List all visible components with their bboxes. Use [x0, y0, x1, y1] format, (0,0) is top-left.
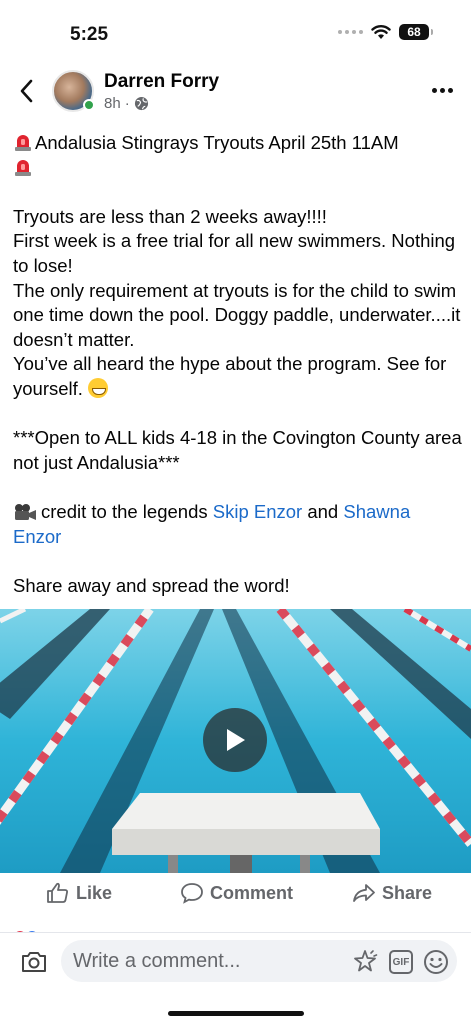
smiley-icon[interactable] — [423, 949, 449, 975]
post-line: The only requirement at tryouts is for t… — [13, 279, 461, 350]
thumbs-up-icon — [47, 882, 68, 903]
battery-indicator: 68 — [399, 24, 433, 40]
credit-text: credit to the legends — [41, 500, 208, 522]
share-label: Share — [382, 882, 433, 903]
post-actions: Like Comment Share — [0, 874, 471, 916]
grinning-emoji-icon — [88, 377, 109, 398]
cellular-signal-icon — [338, 30, 363, 34]
camera-icon — [22, 952, 46, 972]
avatar[interactable] — [52, 70, 95, 112]
post-line-with-emoji: You’ve all heard the hype about the prog… — [13, 352, 463, 401]
mention-link-skip[interactable]: Skip Enzor — [213, 501, 302, 522]
like-label: Like — [76, 882, 113, 903]
home-indicator — [168, 1011, 304, 1016]
speech-bubble-icon — [181, 883, 203, 904]
gif-button[interactable]: GIF — [389, 950, 413, 974]
post-share-line: Share away and spread the word! — [13, 574, 290, 596]
post-time[interactable]: 8h — [104, 95, 121, 112]
like-button[interactable]: Like — [46, 882, 112, 904]
comment-input-icons: GIF — [351, 948, 449, 976]
comment-label: Comment — [210, 882, 294, 903]
post-line: Tryouts are less than 2 weeks away!!!! — [13, 205, 327, 227]
more-options-button[interactable] — [429, 80, 455, 100]
post-title-line: Andalusia Stingrays Tryouts April 25th 1… — [13, 131, 463, 180]
post-line: First week is a free trial for all new s… — [13, 230, 456, 276]
comment-placeholder: Write a comment... — [73, 949, 241, 972]
play-button[interactable] — [203, 708, 267, 772]
post-header: Darren Forry 8h · — [0, 62, 471, 122]
post-meta: 8h · — [104, 95, 149, 112]
globe-icon — [134, 96, 148, 111]
sticker-icon[interactable] — [351, 948, 379, 976]
play-icon — [227, 729, 245, 751]
author-name[interactable]: Darren Forry — [104, 71, 219, 93]
movie-camera-emoji-icon — [15, 503, 36, 520]
post-credit-line: credit to the legends Skip Enzor and Sha… — [13, 500, 463, 549]
chevron-left-icon — [20, 79, 33, 103]
post-body: Andalusia Stingrays Tryouts April 25th 1… — [13, 131, 463, 598]
post-line: You’ve all heard the hype about the prog… — [13, 353, 447, 399]
back-button[interactable] — [14, 76, 38, 106]
share-button[interactable]: Share — [352, 882, 432, 904]
status-indicators: 68 — [338, 24, 433, 40]
share-arrow-icon — [353, 884, 375, 902]
post-title: Andalusia Stingrays Tryouts April 25th 1… — [35, 132, 399, 153]
meta-separator: · — [124, 95, 130, 112]
status-time: 5:25 — [70, 24, 109, 45]
siren-emoji-icon — [15, 159, 31, 176]
camera-button[interactable] — [20, 949, 48, 975]
post-open-to: ***Open to ALL kids 4-18 in the Covingto… — [13, 427, 462, 473]
online-status-dot — [83, 99, 95, 111]
credit-and: and — [307, 500, 339, 522]
comment-button[interactable]: Comment — [180, 882, 293, 904]
status-bar: 5:25 68 — [0, 0, 471, 60]
siren-emoji-icon — [15, 135, 31, 151]
wifi-icon — [371, 25, 391, 39]
